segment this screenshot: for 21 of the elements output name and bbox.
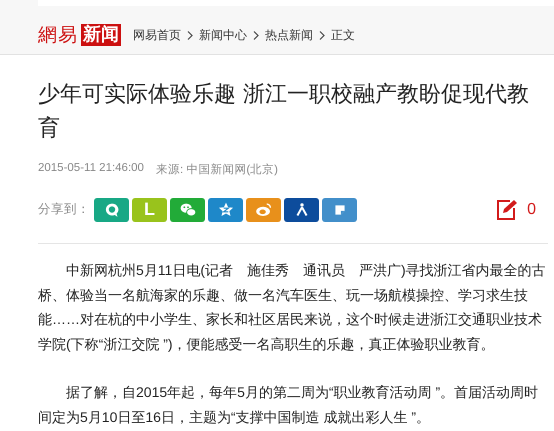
publish-date: 2015-05-11 21:46:00 xyxy=(38,162,144,176)
article-paragraph: 据了解，自2015年起，每年5月的第二周为“职业教育活动周 ”。首届活动周时间定为5月10日至16日，主题为“支撑中国制造 成就出彩人生 ”。 xyxy=(38,383,540,426)
chevron-icon xyxy=(253,30,259,40)
breadcrumb-link[interactable]: 正文 xyxy=(331,26,355,44)
chevron-icon xyxy=(319,30,325,40)
chevron-icon xyxy=(187,30,193,40)
article-title: 少年可实际体验乐趣 浙江一职校融产教盼促现代教育 xyxy=(38,81,530,143)
breadcrumb-link[interactable]: 新闻中心 xyxy=(199,26,247,44)
article-paragraph: 中新网杭州5月11日电(记者 施佳秀 通讯员 严洪广)寻找浙江省内最全的古桥、体验当一名航海家的乐趣、做一名汽车医生、玩一场航模操控、学习求生技能……对在杭的中小学生、家长和社区居民来说，这个时候走进浙江交通职业技术学院(下称“浙江交院 ”)，便能感受一名高职生的乐趣，真正体验职业教育。 xyxy=(38,261,547,354)
breadcrumb-link[interactable]: 网易首页 xyxy=(133,26,181,44)
share-label: 分享到： xyxy=(38,201,90,218)
logo[interactable]: 網易 新闻 xyxy=(38,24,121,46)
breadcrumb-link[interactable]: 热点新闻 xyxy=(265,26,313,44)
share-button[interactable] xyxy=(208,198,243,222)
logo-badge: 新闻 xyxy=(81,24,121,46)
logo-text: 網易 xyxy=(38,24,78,46)
source: 来源: 中国新闻网(北京) xyxy=(156,162,278,177)
share-button[interactable] xyxy=(284,198,319,222)
edit-comment-icon[interactable] xyxy=(496,198,518,220)
comment-count[interactable]: 0 xyxy=(527,200,536,218)
share-button[interactable] xyxy=(322,198,357,222)
